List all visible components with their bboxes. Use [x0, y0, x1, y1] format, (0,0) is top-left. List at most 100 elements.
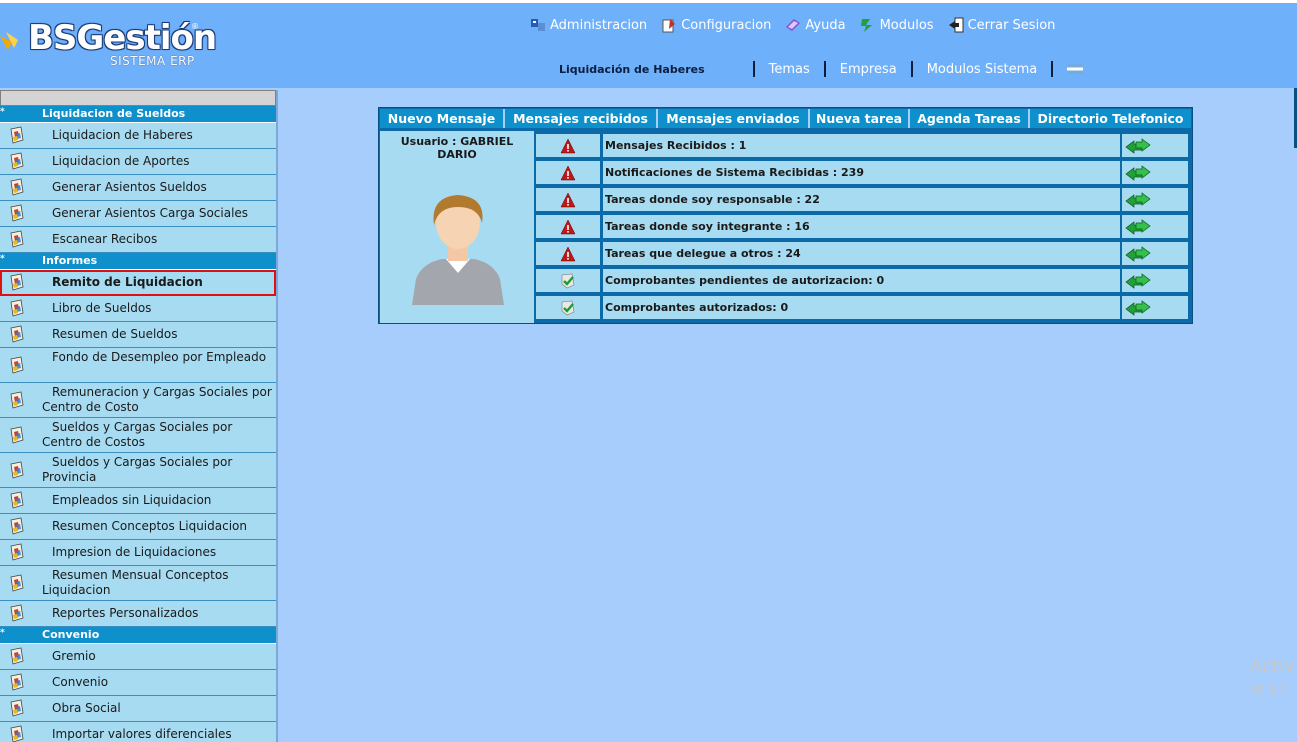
nav-configuracion-label: Configuracion [681, 17, 772, 33]
sidebar-item-liquidacion-de-haberes[interactable]: Liquidacion de Haberes [0, 123, 276, 149]
summary-text[interactable]: Comprobantes autorizados: 0 [603, 296, 1120, 319]
report-icon [10, 491, 24, 509]
avatar [412, 195, 504, 305]
report-icon [10, 699, 24, 717]
go-arrow-icon[interactable] [1125, 137, 1151, 155]
sidebar-item-obra-social[interactable]: Obra Social [0, 696, 276, 722]
sidebar-item-resumen-mensual-conceptos[interactable]: Resumen Mensual Conceptos Liquidacion [0, 566, 276, 601]
summary-text[interactable]: Comprobantes pendientes de autorizacion:… [603, 269, 1120, 292]
user-name: Usuario : GABRIEL DARIO [400, 135, 514, 161]
custom-report-icon [10, 604, 24, 622]
sidebar-item-resumen-de-sueldos[interactable]: Resumen de Sueldos [0, 322, 276, 348]
report-icon [10, 461, 24, 479]
report-icon [10, 543, 24, 561]
nav-cerrar-sesion[interactable]: Cerrar Sesion [948, 16, 1056, 34]
subnav-modulos-sistema[interactable]: Modulos Sistema [927, 62, 1038, 77]
sidebar-item-label: Impresion de Liquidaciones [52, 545, 217, 559]
list-item: Comprobantes autorizados: 0 [536, 293, 1188, 320]
summary-text[interactable]: Tareas donde soy responsable : 22 [603, 188, 1120, 211]
nav-administracion-label: Administracion [550, 17, 648, 33]
report-icon [10, 391, 24, 409]
sidebar-item-label: Reportes Personalizados [52, 606, 199, 620]
section-convenio[interactable]: * Convenio [0, 627, 276, 644]
report-icon [10, 152, 24, 170]
sidebar-item-impresion-de-liquidaciones[interactable]: Impresion de Liquidaciones [0, 540, 276, 566]
subnav-empresa[interactable]: Empresa [840, 62, 897, 77]
action-cell [1122, 296, 1188, 319]
tab-nueva-tarea[interactable]: Nueva tarea [810, 109, 910, 128]
sidebar-item-generar-asientos-carga-sociales[interactable]: Generar Asientos Carga Sociales [0, 201, 276, 227]
go-arrow-icon[interactable] [1125, 272, 1151, 290]
nav-modulos[interactable]: Modulos [860, 16, 934, 34]
sidebar-item-resumen-conceptos-liquidacion[interactable]: Resumen Conceptos Liquidacion [0, 514, 276, 540]
go-arrow-icon[interactable] [1125, 299, 1151, 317]
section-marker: * [0, 254, 5, 264]
go-arrow-icon[interactable] [1125, 218, 1151, 236]
dashboard-panel: Nuevo Mensaje Mensajes recibidos Mensaje… [378, 107, 1193, 324]
summary-text[interactable]: Tareas que delegue a otros : 24 [603, 242, 1120, 265]
list-item: Notificaciones de Sistema Recibidas : 23… [536, 158, 1188, 185]
summary-text[interactable]: Notificaciones de Sistema Recibidas : 23… [603, 161, 1120, 184]
subnav-temas[interactable]: Temas [769, 62, 810, 77]
sidebar-item-sueldos-cargas-centro-costos[interactable]: Sueldos y Cargas Sociales por Centro de … [0, 418, 276, 453]
tab-nuevo-mensaje[interactable]: Nuevo Mensaje [380, 109, 505, 128]
sidebar-item-convenio[interactable]: Convenio [0, 670, 276, 696]
go-arrow-icon[interactable] [1125, 164, 1151, 182]
sidebar-item-fondo-de-desempleo[interactable]: Fondo de Desempleo por Empleado [0, 348, 276, 383]
sidebar-item-empleados-sin-liquidacion[interactable]: Empleados sin Liquidacion [0, 488, 276, 514]
status-cell [536, 269, 600, 292]
nav-configuracion[interactable]: Configuracion [661, 16, 771, 34]
section-title: Informes [42, 254, 98, 267]
argentina-flag-icon[interactable] [1067, 64, 1084, 74]
summary-text[interactable]: Mensajes Recibidos : 1 [603, 134, 1120, 157]
sidebar-item-reportes-personalizados[interactable]: Reportes Personalizados [0, 601, 276, 627]
sidebar-item-label: Libro de Sueldos [52, 301, 152, 315]
report-icon [10, 725, 24, 742]
section-marker: * [0, 628, 5, 638]
sidebar-item-remuneracion-cargas-centro-costo[interactable]: Remuneracion y Cargas Sociales por Centr… [0, 383, 276, 418]
report-icon [10, 647, 24, 665]
report-icon [10, 673, 24, 691]
divider [910, 61, 913, 77]
sidebar-item-gremio[interactable]: Gremio [0, 644, 276, 670]
sidebar-divider [276, 90, 278, 742]
nav-cerrar-sesion-label: Cerrar Sesion [967, 17, 1056, 33]
go-arrow-icon[interactable] [1125, 245, 1151, 263]
sidebar-item-libro-de-sueldos[interactable]: Libro de Sueldos [0, 296, 276, 322]
sidebar-item-label: Liquidacion de Aportes [52, 154, 190, 168]
action-cell [1122, 242, 1188, 265]
section-marker: * [0, 107, 5, 117]
go-arrow-icon[interactable] [1125, 191, 1151, 209]
sidebar-item-label: Remuneracion y Cargas Sociales por Centr… [42, 385, 272, 414]
registered-mark: ® [191, 22, 199, 31]
section-liquidacion-de-sueldos[interactable]: * Liquidacion de Sueldos [0, 106, 276, 123]
sidebar-item-importar-valores-diferenciales[interactable]: Importar valores diferenciales [0, 722, 276, 742]
top-border [0, 0, 1297, 3]
sidebar-item-escanear-recibos[interactable]: Escanear Recibos [0, 227, 276, 253]
sidebar-item-generar-asientos-sueldos[interactable]: Generar Asientos Sueldos [0, 175, 276, 201]
nav-ayuda[interactable]: Ayuda [785, 16, 846, 34]
report-icon [10, 574, 24, 592]
admin-icon [531, 19, 545, 31]
tab-mensajes-recibidos[interactable]: Mensajes recibidos [505, 109, 658, 128]
tab-mensajes-enviados[interactable]: Mensajes enviados [658, 109, 810, 128]
nav-administracion[interactable]: Administracion [530, 16, 647, 34]
app-logo[interactable]: BSGestión ® SISTEMA ERP [0, 18, 217, 72]
top-navigation: Administracion Configuracion Ayuda Modul… [530, 16, 1069, 34]
sidebar-item-remito-de-liquidacion[interactable]: Remito de Liquidacion [0, 270, 276, 296]
tab-agenda-tareas[interactable]: Agenda Tareas [910, 109, 1030, 128]
header-bar: BSGestión ® SISTEMA ERP Administracion C… [0, 0, 1297, 88]
tab-directorio-telefonico[interactable]: Directorio Telefonico [1030, 109, 1191, 128]
report-icon [10, 230, 24, 248]
sub-navigation: Liquidación de Haberes Temas Empresa Mod… [559, 60, 1084, 78]
section-informes[interactable]: * Informes [0, 253, 276, 270]
logo-mark-icon [0, 32, 18, 50]
summary-text[interactable]: Tareas donde soy integrante : 16 [603, 215, 1120, 238]
sidebar-item-sueldos-cargas-provincia[interactable]: Sueldos y Cargas Sociales por Provincia [0, 453, 276, 488]
sidebar-item-label: Generar Asientos Carga Sociales [52, 206, 249, 220]
action-cell [1122, 188, 1188, 211]
sidebar-item-label: Escanear Recibos [52, 232, 158, 246]
report-icon [10, 178, 24, 196]
sidebar-item-label: Obra Social [52, 701, 121, 715]
sidebar-item-liquidacion-de-aportes[interactable]: Liquidacion de Aportes [0, 149, 276, 175]
